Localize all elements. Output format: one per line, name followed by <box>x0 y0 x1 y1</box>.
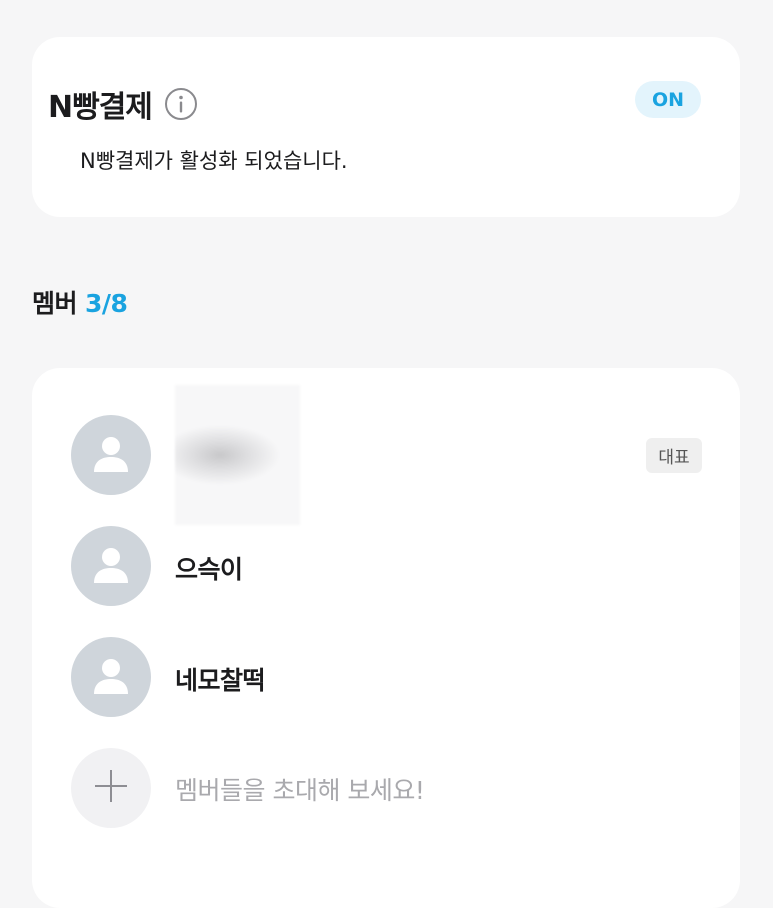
npay-status-text: N빵결제가 활성화 되었습니다. <box>80 149 348 173</box>
info-icon[interactable] <box>164 87 198 121</box>
members-heading-label: 멤버 <box>32 289 78 318</box>
member-name[interactable]: 네모찰떡 <box>175 661 266 697</box>
npay-settings-card <box>32 37 740 217</box>
invite-prompt-text[interactable]: 멤버들을 초대해 보세요! <box>175 771 425 807</box>
npay-title-row: N빵결제 <box>48 82 198 126</box>
members-heading: 멤버 3/8 <box>32 284 128 320</box>
representative-badge: 대표 <box>646 438 702 473</box>
member-count: 3/8 <box>85 289 128 318</box>
member-name-redacted <box>175 385 300 525</box>
invite-member-button[interactable] <box>71 748 151 828</box>
user-avatar-icon <box>71 637 151 717</box>
user-avatar-icon <box>71 526 151 606</box>
user-avatar-icon <box>71 415 151 495</box>
member-name[interactable]: 으슥이 <box>175 550 243 586</box>
plus-icon <box>91 766 131 810</box>
npay-toggle[interactable]: ON <box>635 81 701 118</box>
npay-title: N빵결제 <box>48 90 153 125</box>
